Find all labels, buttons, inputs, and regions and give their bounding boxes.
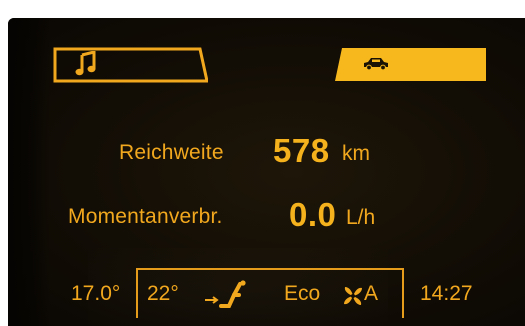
range-unit: km: [342, 142, 370, 165]
set-temperature[interactable]: 22°: [147, 282, 179, 306]
tab-vehicle[interactable]: [334, 45, 490, 83]
clock: 14:27: [420, 282, 473, 305]
fan-icon[interactable]: [342, 285, 364, 312]
info-display-screen: Reichweite 578 km Momentanverbr. 0.0 L/h…: [8, 18, 525, 326]
consumption-value: 0.0: [289, 196, 337, 233]
fan-mode[interactable]: A: [364, 282, 378, 306]
seat-airflow-icon[interactable]: [203, 280, 251, 315]
range-value: 578: [273, 132, 330, 169]
display-bezel: Reichweite 578 km Momentanverbr. 0.0 L/h…: [0, 0, 525, 326]
screen-edge-shadow: [8, 18, 50, 326]
consumption-unit: L/h: [346, 206, 376, 229]
consumption-label: Momentanverbr.: [68, 205, 223, 228]
outside-temperature: 17.0°: [71, 282, 121, 305]
tab-audio[interactable]: [52, 45, 208, 83]
range-label: Reichweite: [119, 141, 224, 164]
climate-mode[interactable]: Eco: [284, 282, 320, 306]
